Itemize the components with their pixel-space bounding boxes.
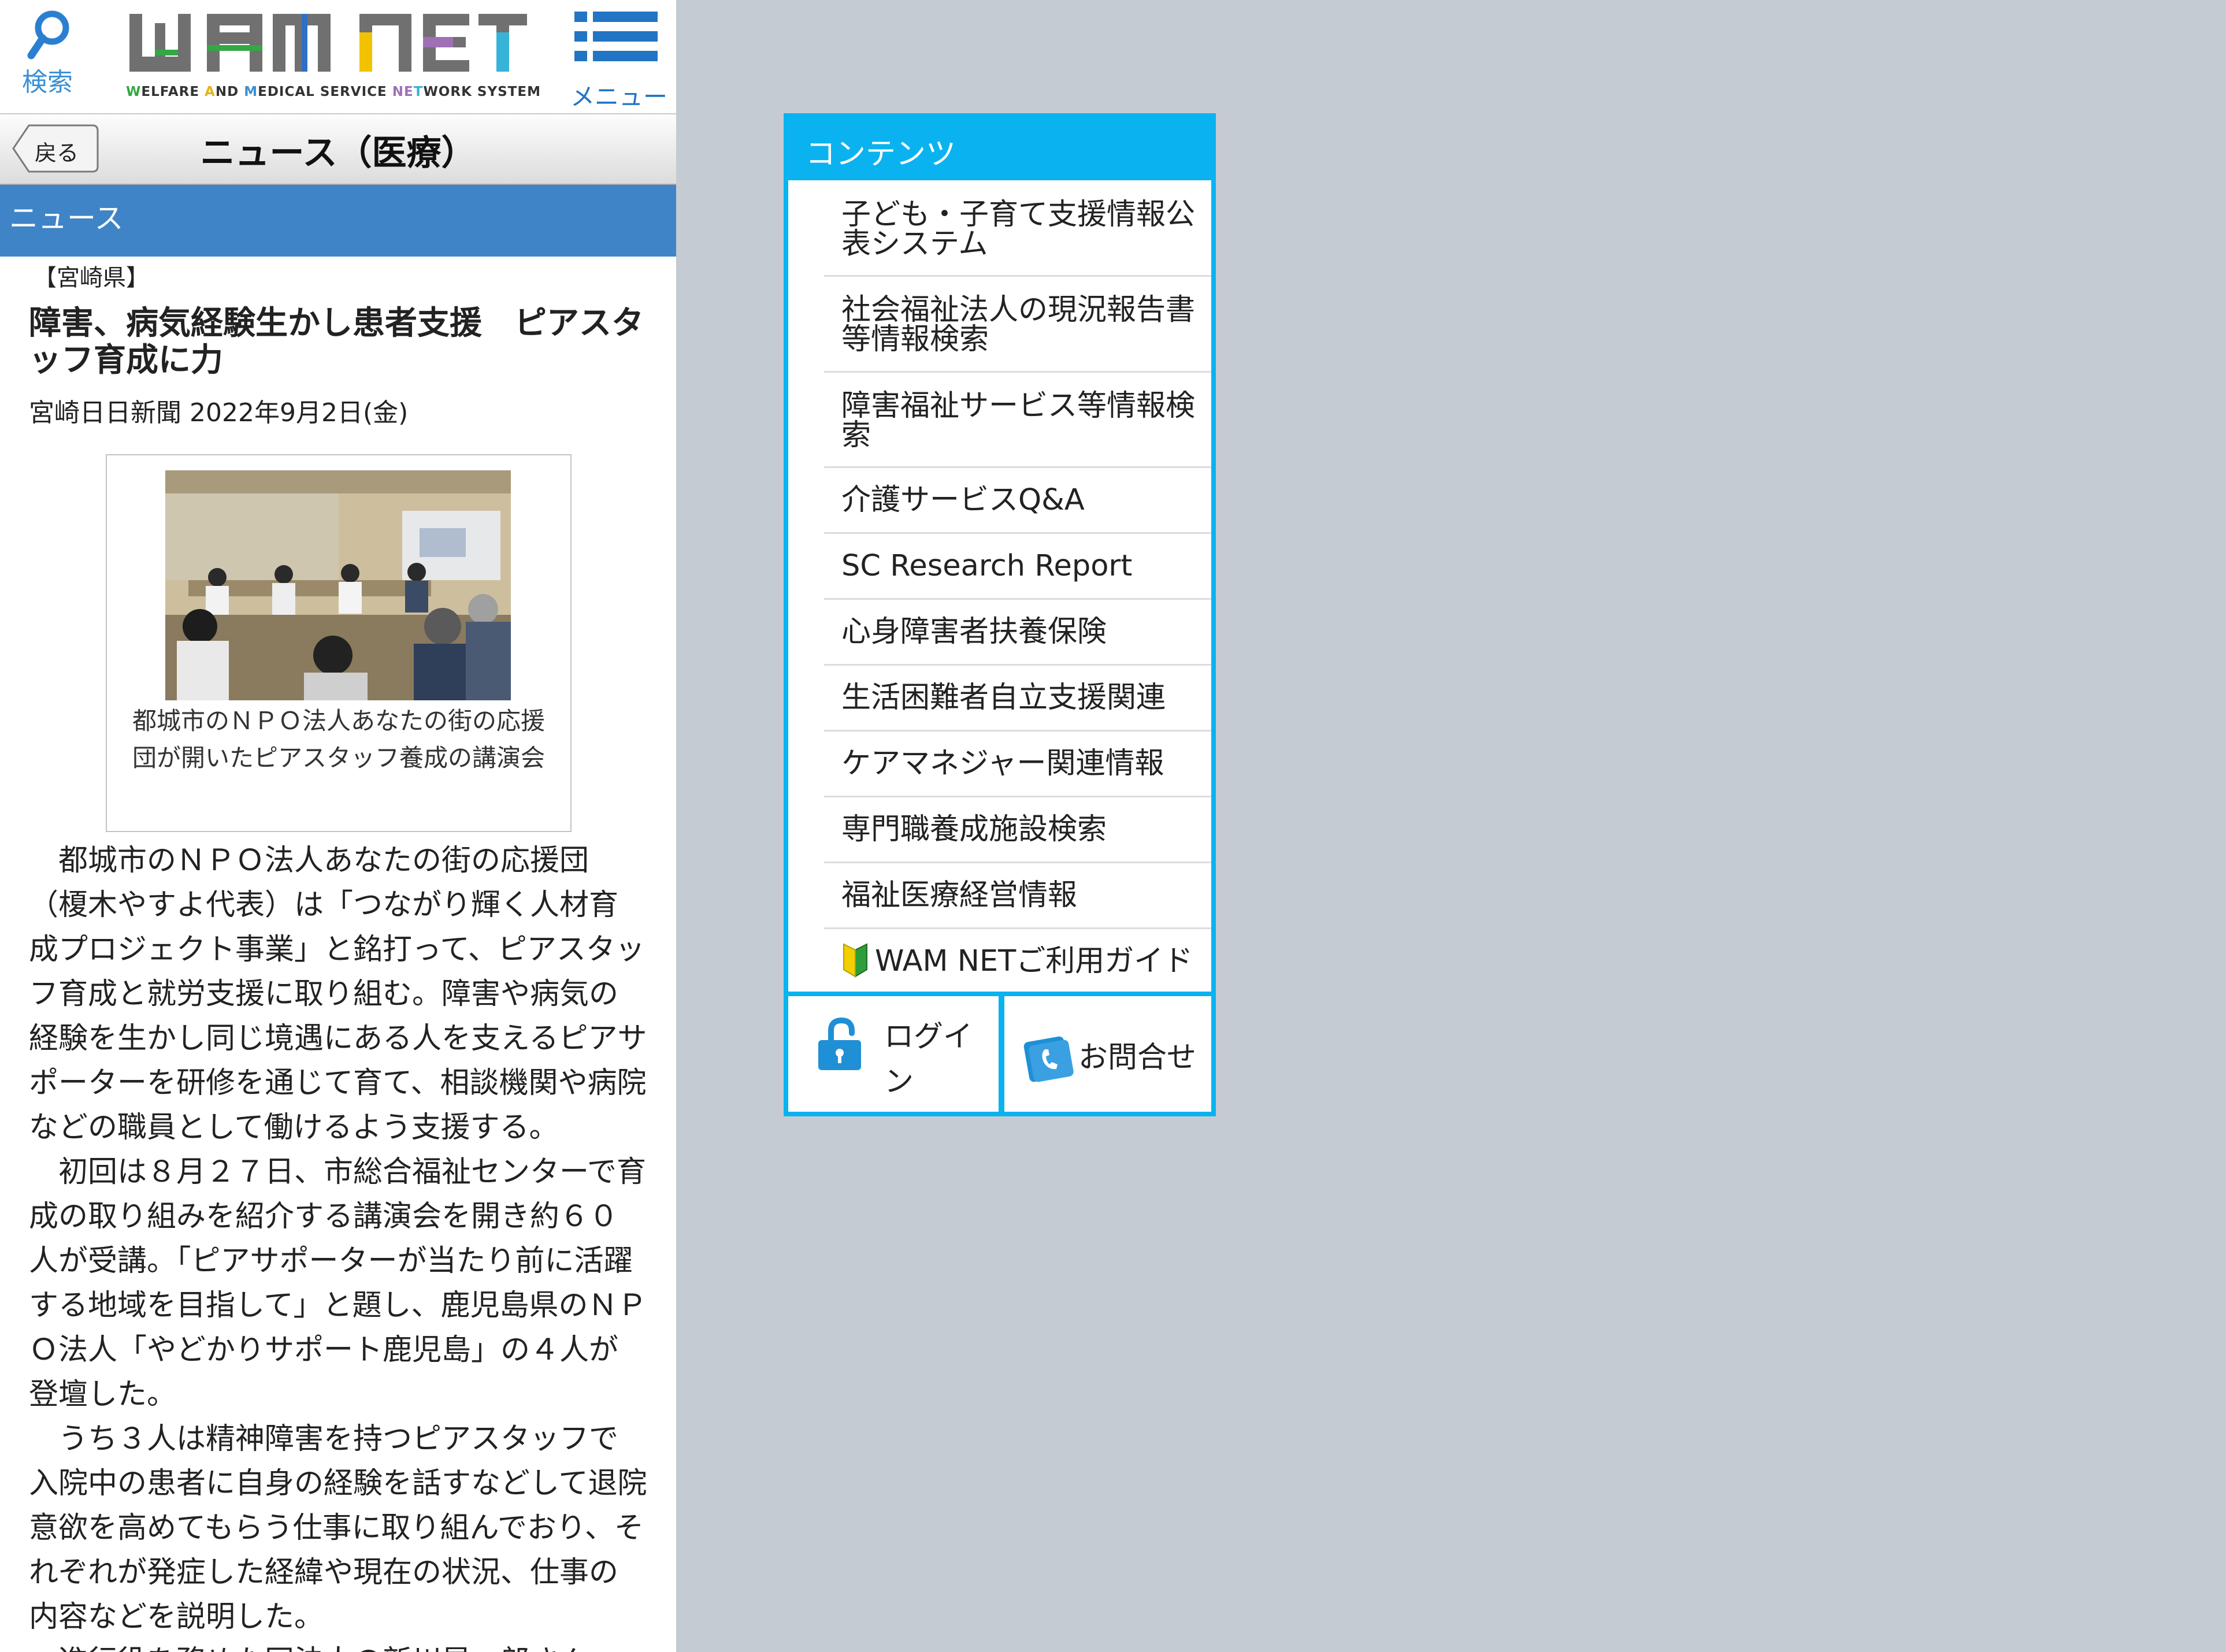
search-icon (27, 10, 69, 60)
menu-item-sc-research[interactable]: SC Research Report (824, 534, 1211, 600)
search-button[interactable]: 検索 (13, 8, 82, 97)
menu-item-guide[interactable]: WAM NETご利用ガイド (824, 929, 1211, 992)
unlock-icon (818, 1017, 861, 1070)
back-button[interactable]: 戻る (12, 124, 99, 173)
article-paragraph: 都城市のＮＰＯ法人あなたの街の応援団（榎木やすよ代表）は「つながり輝く人材育成プ… (29, 844, 647, 1145)
contents-list: 子ども・子育て支援情報公表システム 社会福祉法人の現況報告書等情報検索 障害福祉… (788, 180, 1211, 992)
article-paragraph: 進行役を務めた同法人の新川昇一郎さん（精 (29, 1639, 647, 1652)
wamnet-logo[interactable]: WELFARE AND MEDICAL SERVICE NETWORK SYST… (123, 9, 540, 107)
logo-tagline: WELFARE AND MEDICAL SERVICE NETWORK SYST… (126, 84, 541, 99)
menu-label: メニュー (570, 83, 667, 111)
wamnet-logo-mark (129, 14, 527, 72)
section-label: ニュース (9, 202, 124, 235)
hamburger-menu-icon (574, 12, 658, 61)
contents-menu-panel: コンテンツ 子ども・子育て支援情報公表システム 社会福祉法人の現況報告書等情報検… (784, 113, 1216, 1116)
menu-item-seikatsu-konnan[interactable]: 生活困難者自立支援関連 (824, 666, 1211, 732)
menu-item-shakaifukushi[interactable]: 社会福祉法人の現況報告書等情報検索 (824, 277, 1211, 373)
article-body: 都城市のＮＰＯ法人あなたの街の応援団（榎木やすよ代表）は「つながり輝く人材育成プ… (29, 838, 647, 1652)
menu-item-kaigo-qa[interactable]: 介護サービスQ&A (824, 468, 1211, 534)
site-header: 検索 WELFARE AND MEDICAL SERVICE NETWORK S… (0, 0, 676, 114)
login-button[interactable]: ログイン (788, 996, 999, 1112)
contents-panel-title: コンテンツ (806, 137, 956, 172)
page-title: ニュース（医療） (200, 133, 476, 173)
beginner-mark-icon (843, 943, 867, 978)
main-page: 検索 WELFARE AND MEDICAL SERVICE NETWORK S… (0, 0, 676, 1652)
news-article: 【宮崎県】 障害、病気経験生かし患者支援 ピアスタッフ育成に力 宮崎日日新聞 2… (29, 258, 647, 1652)
back-label: 戻る (35, 140, 79, 166)
article-headline: 障害、病気経験生かし患者支援 ピアスタッフ育成に力 (29, 305, 644, 379)
menu-item-fuyou-hoken[interactable]: 心身障害者扶養保険 (824, 600, 1211, 666)
article-photo[interactable] (165, 470, 511, 700)
phone-book-icon (1023, 1036, 1074, 1082)
article-prefecture: 【宮崎県】 (34, 265, 149, 291)
contact-label: お問合せ (1078, 1041, 1197, 1075)
panel-footer: ログイン お問合せ (788, 996, 1211, 1112)
contact-button[interactable]: お問合せ (1004, 996, 1211, 1112)
menu-item-youseishisetsu[interactable]: 専門職養成施設検索 (824, 797, 1211, 863)
photo-figure: 都城市のＮＰＯ法人あなたの街の応援団が開いたピアスタッフ養成の講演会 (106, 454, 572, 832)
article-source: 宮崎日日新聞 2022年9月2日(金) (29, 398, 409, 428)
search-label: 検索 (22, 68, 73, 97)
menu-item-kosodate[interactable]: 子ども・子育て支援情報公表システム (824, 180, 1211, 277)
menu-item-caremanager[interactable]: ケアマネジャー関連情報 (824, 732, 1211, 797)
menu-item-shougai-fukushi[interactable]: 障害福祉サービス等情報検索 (824, 373, 1211, 468)
article-paragraph: うち３人は精神障害を持つピアスタッフで入院中の患者に自身の経験を話すなどして退院… (29, 1422, 647, 1634)
menu-button[interactable]: メニュー (570, 8, 668, 111)
login-label: ログイン (884, 1020, 973, 1099)
section-bar: ニュース (0, 185, 676, 257)
title-bar: ニュース（医療） 戻る (0, 114, 676, 185)
photo-caption: 都城市のＮＰＯ法人あなたの街の応援団が開いたピアスタッフ養成の講演会 (132, 707, 545, 772)
article-paragraph: 初回は８月２７日、市総合福祉センターで育成の取り組みを紹介する講演会を開き約６０… (29, 1155, 647, 1412)
menu-item-keiei-jouhou[interactable]: 福祉医療経営情報 (824, 863, 1211, 929)
photo-image (165, 470, 511, 700)
